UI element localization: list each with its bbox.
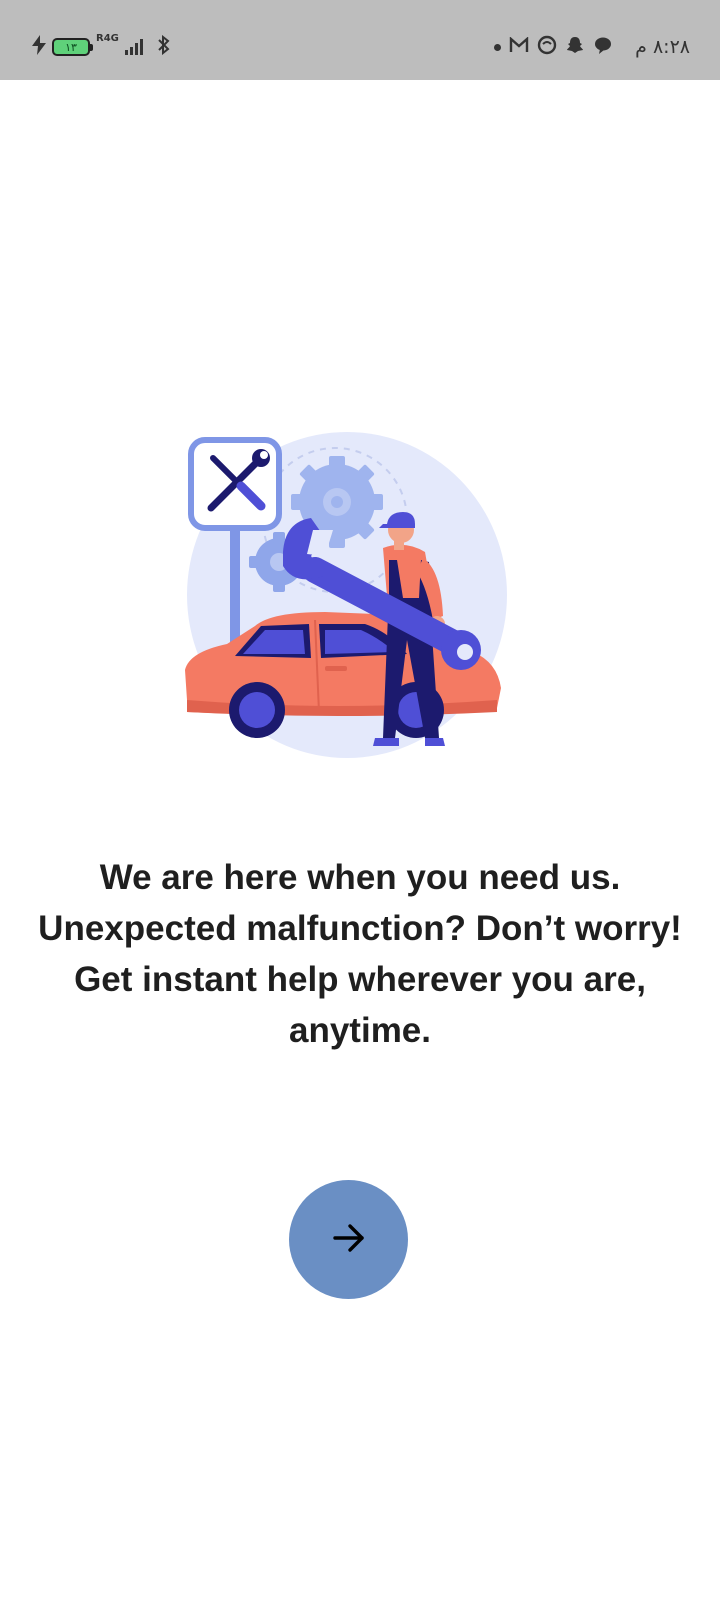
- status-bar-left: ١٣ R4G: [32, 34, 171, 60]
- bluetooth-icon: [157, 34, 171, 59]
- snapchat-icon: [565, 35, 585, 59]
- message-line: Unexpected malfunction? Don’t worry!: [38, 909, 682, 948]
- gmail-icon: [509, 36, 529, 57]
- message-line: We are here when you need us.: [99, 858, 621, 897]
- message-line: anytime.: [289, 1011, 431, 1050]
- status-bar-right: ٨:٢٨ م: [494, 34, 690, 60]
- battery-icon: ١٣: [52, 38, 93, 56]
- next-button[interactable]: [289, 1180, 408, 1299]
- arrow-right-icon: [329, 1218, 369, 1261]
- app-notification-icon: [537, 35, 557, 59]
- charging-bolt-icon: [32, 35, 46, 59]
- car-mechanic-illustration: [175, 420, 515, 760]
- onboarding-message: We are here when you need us. Unexpected…: [20, 852, 700, 1056]
- notification-dot-icon: [494, 43, 502, 51]
- signal-icon: [124, 39, 143, 55]
- status-bar: ١٣ R4G ٨:٢٨ م: [0, 0, 720, 80]
- chat-bubble-icon: [593, 35, 613, 59]
- battery-level: ١٣: [65, 40, 77, 54]
- network-type-label: R4G: [96, 33, 119, 44]
- message-line: Get instant help wherever you are,: [74, 960, 646, 999]
- status-time: ٨:٢٨ م: [635, 36, 690, 58]
